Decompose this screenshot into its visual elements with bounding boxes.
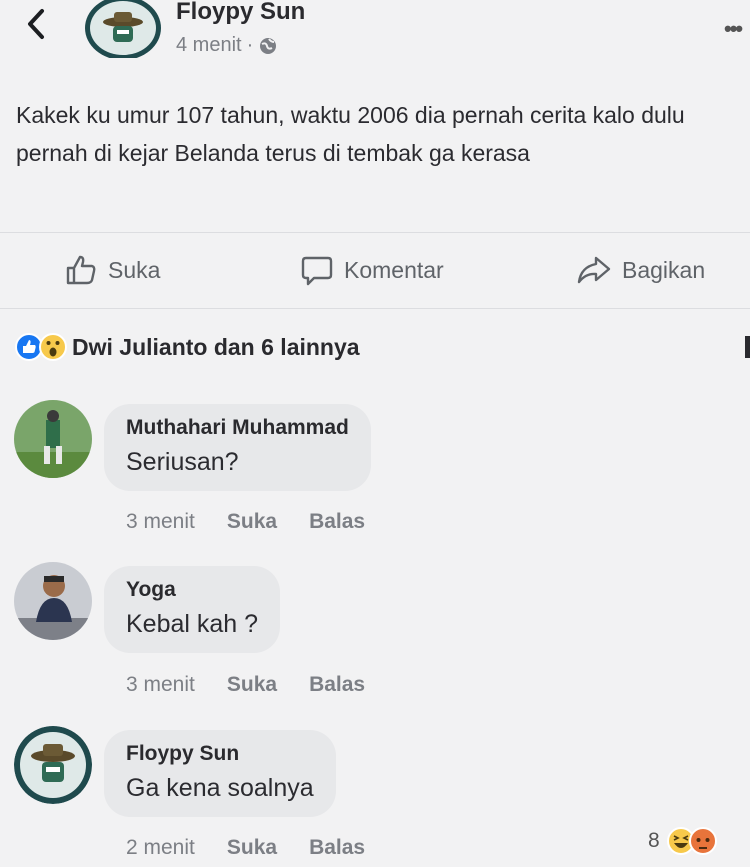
comment-reply-button[interactable]: Balas xyxy=(309,510,365,534)
comment-text: Seriusan? xyxy=(126,448,239,476)
comment-bubble: Muthahari Muhammad Seriusan? xyxy=(104,404,371,491)
comment-like-button[interactable]: Suka xyxy=(227,836,277,860)
comment-bubble: Yoga Kebal kah ? xyxy=(104,566,281,653)
thumbs-up-icon xyxy=(66,255,96,285)
comment-meta: 3 menit Suka Balas xyxy=(126,673,365,697)
commenter-avatar[interactable] xyxy=(14,400,92,478)
poster-avatar[interactable] xyxy=(84,0,162,60)
comment-reactions[interactable]: 8 xyxy=(648,826,718,856)
comment-meta: 3 menit Suka Balas xyxy=(126,510,365,534)
angry-icon xyxy=(688,827,717,855)
comment-like-button[interactable]: Suka xyxy=(227,673,277,697)
comment-author[interactable]: Muthahari Muhammad xyxy=(126,416,349,440)
like-label: Suka xyxy=(108,256,161,283)
wow-icon xyxy=(39,333,67,361)
comment-meta: 2 menit Suka Balas xyxy=(126,836,365,860)
comment-text: Kebal kah ? xyxy=(126,610,259,638)
poster-name[interactable]: Floypy Sun xyxy=(176,0,305,26)
commenter-avatar[interactable] xyxy=(14,726,92,804)
post-meta: 4 menit · xyxy=(176,34,278,57)
comment-time: 2 menit xyxy=(126,836,195,859)
edge-mark xyxy=(745,336,750,358)
like-button[interactable]: Suka xyxy=(64,252,160,288)
comment-author[interactable]: Floypy Sun xyxy=(126,742,314,766)
comment-time: 3 menit xyxy=(126,673,195,696)
reactions-text: Dwi Julianto dan 6 lainnya xyxy=(72,333,360,360)
reaction-count: 8 xyxy=(648,829,660,852)
divider xyxy=(0,308,750,309)
comment-reply-button[interactable]: Balas xyxy=(309,836,365,860)
back-arrow-icon xyxy=(28,9,44,39)
globe-icon xyxy=(260,37,277,54)
post-text: Kakek ku umur 107 tahun, waktu 2006 dia … xyxy=(16,102,685,166)
comment-icon xyxy=(301,256,333,286)
share-icon xyxy=(577,256,611,284)
divider xyxy=(0,232,750,233)
more-options-icon[interactable]: ••• xyxy=(724,16,743,42)
reactions-summary[interactable]: Dwi Julianto dan 6 lainnya xyxy=(14,332,360,362)
comment-time: 3 menit xyxy=(126,510,195,533)
share-label: Bagikan xyxy=(622,256,706,283)
share-button[interactable]: Bagikan xyxy=(576,252,705,288)
post-time: 4 menit xyxy=(176,34,242,56)
comment-bubble: Floypy Sun Ga kena soalnya xyxy=(104,730,336,817)
comment-reply-button[interactable]: Balas xyxy=(309,673,365,697)
comment-label: Komentar xyxy=(344,256,444,283)
back-button[interactable] xyxy=(22,6,52,42)
comment-like-button[interactable]: Suka xyxy=(227,510,277,534)
comment-button[interactable]: Komentar xyxy=(300,252,444,288)
meta-separator: · xyxy=(246,34,254,56)
comment-text: Ga kena soalnya xyxy=(126,774,314,802)
comment-author[interactable]: Yoga xyxy=(126,578,258,602)
commenter-avatar[interactable] xyxy=(14,562,92,640)
